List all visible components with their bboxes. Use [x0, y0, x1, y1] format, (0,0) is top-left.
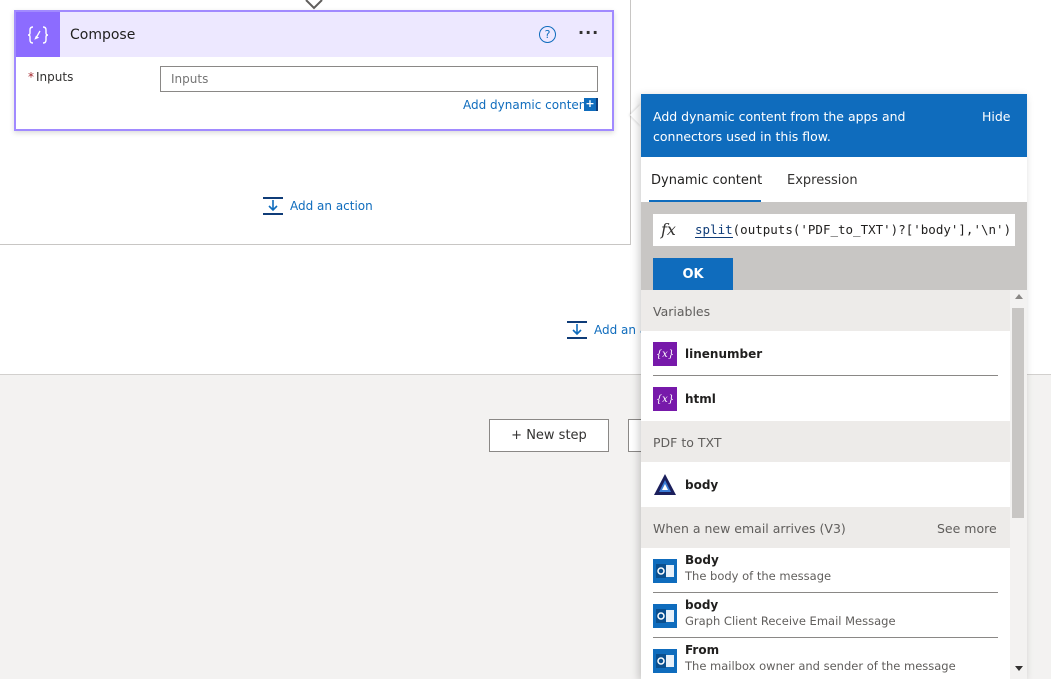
item-description: The body of the message [685, 569, 832, 583]
section-title: When a new email arrives (V3) [653, 521, 846, 536]
outlook-icon [653, 649, 677, 673]
tab-dynamic-content[interactable]: Dynamic content [651, 173, 762, 188]
add-dynamic-content-icon[interactable]: + [584, 98, 598, 111]
section-title: Variables [653, 304, 711, 319]
list-item[interactable]: From The mailbox owner and sender of the… [641, 638, 1010, 679]
section-title: PDF to TXT [653, 435, 722, 450]
section-header-new-email: When a new email arrives (V3) See more [641, 507, 1010, 548]
hide-button[interactable]: Hide [982, 109, 1011, 124]
list-item[interactable]: Body The body of the message [641, 548, 1010, 593]
required-marker: * [28, 70, 34, 84]
ok-button[interactable]: OK [653, 258, 733, 290]
list-item[interactable]: {x} linenumber [641, 331, 1010, 376]
list-item[interactable]: body Graph Client Receive Email Message [641, 593, 1010, 638]
more-options-icon[interactable]: ··· [578, 23, 599, 42]
inputs-label-text: Inputs [36, 70, 74, 84]
fx-icon: fx [661, 220, 676, 239]
list-scrollbar[interactable] [1010, 290, 1027, 679]
expression-input[interactable]: split(outputs('PDF_to_TXT')?['body'],'\n… [695, 222, 1012, 238]
panel-header-text: Add dynamic content from the apps and co… [653, 109, 906, 144]
item-name: body [685, 598, 719, 612]
add-an-action-button[interactable]: Add an action [262, 196, 373, 216]
compose-action-card[interactable]: Compose ? ··· *Inputs Add dynamic conten… [14, 10, 614, 131]
add-an-action-label: Add an action [290, 199, 373, 213]
item-name: html [685, 392, 716, 406]
outlook-icon [653, 559, 677, 583]
item-description: The mailbox owner and sender of the mess… [685, 659, 956, 673]
expression-area: fx split(outputs('PDF_to_TXT')?['body'],… [641, 202, 1027, 290]
scroll-up-icon[interactable] [1015, 294, 1023, 299]
variable-icon: {x} [653, 387, 677, 411]
pdf-connector-icon [654, 474, 676, 495]
variable-icon: {x} [653, 342, 677, 366]
inputs-label: * Inputs [28, 70, 73, 84]
list-item[interactable]: body [641, 462, 1010, 507]
outlook-icon [653, 604, 677, 628]
panel-tabs: Dynamic content Expression [641, 157, 1027, 202]
inputs-field[interactable] [160, 66, 598, 92]
expression-function: split [695, 222, 733, 238]
item-description: Graph Client Receive Email Message [685, 614, 896, 628]
list-item[interactable]: {x} html [641, 376, 1010, 421]
see-more-link[interactable]: See more [937, 521, 997, 536]
help-icon[interactable]: ? [539, 26, 556, 43]
item-name: linenumber [685, 347, 763, 361]
dynamic-content-list: Variables {x} linenumber {x} html PDF to… [641, 290, 1010, 679]
item-name: Body [685, 553, 719, 567]
section-header-variables: Variables [641, 290, 1010, 331]
scroll-thumb[interactable] [1012, 308, 1024, 518]
compose-icon [16, 12, 60, 57]
tab-expression[interactable]: Expression [787, 173, 858, 188]
expression-arguments: (outputs('PDF_to_TXT')?['body'],'\n') [732, 222, 1012, 237]
section-header-pdf-to-txt: PDF to TXT [641, 421, 1010, 462]
dynamic-content-panel: Add dynamic content from the apps and co… [641, 94, 1027, 679]
insert-action-icon [263, 197, 283, 215]
panel-header: Add dynamic content from the apps and co… [641, 94, 1027, 157]
compose-title: Compose [70, 27, 136, 43]
compose-card-header[interactable]: Compose ? ··· [16, 12, 612, 57]
connector-arrow-icon [305, 0, 323, 10]
scroll-down-icon[interactable] [1015, 666, 1023, 671]
expression-editor[interactable]: fx split(outputs('PDF_to_TXT')?['body'],… [653, 214, 1015, 246]
add-an-action-button-outer[interactable]: Add an a [566, 320, 647, 340]
item-name: From [685, 643, 720, 657]
insert-action-icon [567, 321, 587, 339]
add-an-action-label: Add an a [594, 323, 648, 337]
add-dynamic-content-link[interactable]: Add dynamic content [463, 98, 591, 112]
new-step-button[interactable]: + New step [489, 419, 609, 452]
panel-pointer [630, 104, 641, 126]
item-name: body [685, 478, 719, 492]
